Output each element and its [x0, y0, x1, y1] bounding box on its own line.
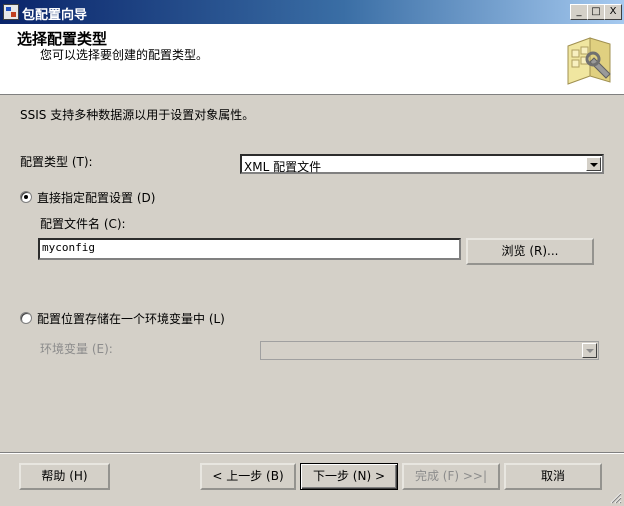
- file-name-label: 配置文件名 (C):: [40, 217, 126, 231]
- minimize-button[interactable]: _: [570, 4, 588, 20]
- help-button[interactable]: 帮助 (H): [19, 463, 110, 490]
- resize-grip-icon[interactable]: [610, 492, 622, 504]
- chevron-down-icon[interactable]: [582, 343, 597, 358]
- env-var-dropdown[interactable]: [260, 341, 599, 360]
- cancel-button[interactable]: 取消: [504, 463, 602, 490]
- config-type-value: XML 配置文件: [244, 160, 322, 174]
- direct-config-radio[interactable]: [20, 191, 32, 203]
- wizard-header: 选择配置类型 您可以选择要创建的配置类型。: [0, 24, 624, 95]
- next-button[interactable]: 下一步 (N) >: [300, 463, 398, 490]
- package-configuration-wizard-window: 包配置向导 _ □ X 选择配置类型 您可以选择要创建的配置类型。 SSIS 支…: [0, 0, 624, 506]
- env-var-radio[interactable]: [20, 312, 32, 324]
- app-icon: [3, 4, 19, 20]
- window-title: 包配置向导: [22, 8, 88, 23]
- close-button[interactable]: X: [604, 4, 622, 20]
- intro-text: SSIS 支持多种数据源以用于设置对象属性。: [20, 108, 255, 122]
- title-bar[interactable]: 包配置向导 _ □ X: [0, 0, 624, 24]
- chevron-down-icon[interactable]: [586, 157, 601, 171]
- env-var-label: 环境变量 (E):: [40, 342, 113, 356]
- finish-button[interactable]: 完成 (F) >>|: [402, 463, 500, 490]
- env-var-option-label[interactable]: 配置位置存储在一个环境变量中 (L): [37, 310, 225, 327]
- configuration-wizard-icon: [567, 37, 611, 85]
- maximize-button[interactable]: □: [587, 4, 605, 20]
- page-subtitle: 您可以选择要创建的配置类型。: [40, 48, 209, 62]
- direct-config-label[interactable]: 直接指定配置设置 (D): [37, 189, 155, 206]
- file-name-input[interactable]: myconfig: [38, 238, 461, 260]
- back-button[interactable]: < 上一步 (B): [200, 463, 296, 490]
- footer-divider: [0, 452, 624, 454]
- config-type-label: 配置类型 (T):: [20, 155, 93, 169]
- browse-button[interactable]: 浏览 (R)...: [466, 238, 594, 265]
- config-type-dropdown[interactable]: XML 配置文件: [240, 154, 604, 174]
